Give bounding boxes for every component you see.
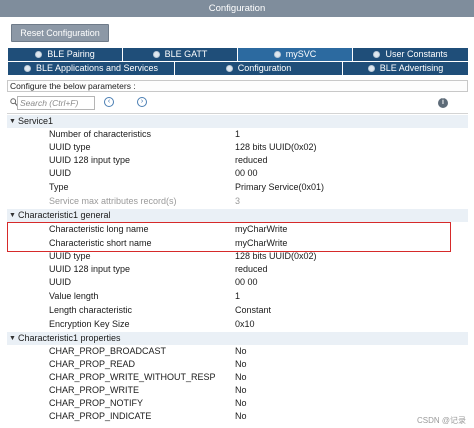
instruction-label: Configure the below parameters : [7,80,468,92]
arrow-left-icon[interactable]: ‹ [104,97,114,107]
param-row[interactable]: UUID type 128 bits UUID(0x02) [7,141,468,154]
tab-ble-pairing[interactable]: BLE Pairing [8,48,123,61]
param-row[interactable]: CHAR_PROP_WRITE_WITHOUT_RESP No [7,371,468,384]
search-icon [10,98,18,107]
param-row[interactable]: CHAR_PROP_INDICATE No [7,410,468,423]
chevron-down-icon[interactable]: ▼ [9,332,17,345]
chevron-down-icon[interactable]: ▼ [9,209,17,222]
highlight-box [7,222,451,252]
param-row[interactable]: Type Primary Service(0x01) [7,181,468,194]
tab-ble-applications-and-services[interactable]: BLE Applications and Services [8,62,175,75]
param-row[interactable]: CHAR_PROP_READ No [7,358,468,371]
tab-configuration[interactable]: Configuration [175,62,343,75]
status-dot-icon [367,65,375,72]
arrow-right-icon[interactable]: › [137,97,147,107]
status-dot-icon [23,65,31,72]
param-row[interactable]: UUID 128 input type reduced [7,263,468,276]
tab-bar-row-2: BLE Applications and Services Configurat… [8,62,468,75]
param-row[interactable]: CHAR_PROP_WRITE No [7,384,468,397]
param-row-disabled: Service max attributes record(s) 3 [49,196,241,206]
param-row[interactable]: Encryption Key Size 0x10 [7,318,468,331]
param-row[interactable]: CHAR_PROP_NOTIFY No [7,397,468,410]
parameter-tree: ▼ Service1 Number of characteristics 1 UU… [7,113,468,428]
chevron-down-icon[interactable]: ▼ [9,115,17,128]
status-dot-icon [373,51,381,58]
tab-bar-row-1: BLE Pairing BLE GATT mySVC User Constant… [8,48,468,61]
status-dot-icon [152,51,160,58]
param-row[interactable]: CHAR_PROP_BROADCAST No [7,345,468,358]
tab-mysvc[interactable]: mySVC [238,48,353,61]
param-row[interactable]: UUID 00 00 [7,276,468,289]
watermark: CSDN @记录 [416,416,466,425]
param-row[interactable]: UUID 00 00 [7,167,468,180]
search-toolbar: Search (Ctrl+F) ‹ › i [7,94,468,112]
reset-configuration-button[interactable]: Reset Configuration [11,24,109,42]
group-characteristic1-general[interactable]: ▼ Characteristic1 general [7,209,468,222]
info-icon[interactable]: i [438,98,448,108]
status-dot-icon [273,51,281,58]
tab-user-constants[interactable]: User Constants [353,48,468,61]
status-dot-icon [35,51,43,58]
tab-ble-advertising[interactable]: BLE Advertising [343,62,468,75]
tab-ble-gatt[interactable]: BLE GATT [123,48,238,61]
param-row[interactable]: Number of characteristics 1 [7,128,468,141]
param-row[interactable]: Length characteristic Constant [7,304,468,317]
group-service1[interactable]: ▼ Service1 [7,115,468,128]
group-characteristic1-properties[interactable]: ▼ Characteristic1 properties [7,332,468,345]
param-row[interactable]: UUID 128 input type reduced [7,154,468,167]
param-row[interactable]: Value length 1 [7,290,468,303]
status-dot-icon [225,65,233,72]
window-title: Configuration [0,0,474,17]
search-input[interactable]: Search (Ctrl+F) [17,96,95,110]
